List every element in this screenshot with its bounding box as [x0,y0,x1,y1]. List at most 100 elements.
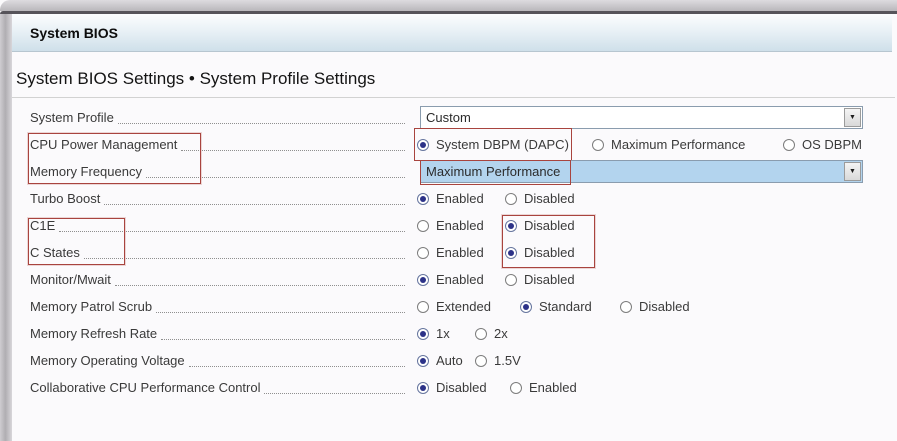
dotted-leader [188,365,405,367]
radio-unselected-icon[interactable] [475,327,487,340]
radio-selected-icon[interactable] [417,354,429,367]
radio-option-c-states-enabled[interactable]: Enabled [417,239,484,266]
dropdown-value: Custom [426,110,471,125]
radio-unselected-icon[interactable] [592,138,604,151]
setting-row-c1e: C1E Enabled Disabled [12,212,897,239]
window-frame-left [0,14,12,441]
radio-unselected-icon[interactable] [620,300,632,313]
annotation-box-cpu-memory-labels [28,133,201,184]
radio-dot [523,303,529,310]
setting-label-collaborative-cpu-performance-control: Collaborative CPU Performance Control [30,380,261,395]
dropdown-system-profile[interactable]: Custom ▼ [420,106,863,129]
radio-option-label: 1.5V [494,353,521,368]
radio-option-collaborative-cpu-performance-control-disabled[interactable]: Disabled [417,374,487,401]
radio-option-label: Enabled [436,245,484,260]
radio-selected-icon[interactable] [417,192,429,205]
radio-option-monitor-mwait-enabled[interactable]: Enabled [417,266,484,293]
radio-unselected-icon[interactable] [417,300,429,313]
setting-row-c-states: C States Enabled Disabled [12,239,897,266]
setting-label-wrap: Memory Refresh Rate [30,320,405,347]
radio-option-label: 1x [436,326,450,341]
radio-option-label: Enabled [436,218,484,233]
setting-row-system-profile: System Profile Custom ▼ [12,104,897,131]
radio-selected-icon[interactable] [417,273,429,286]
radio-selected-icon[interactable] [417,327,429,340]
radio-option-label: Enabled [436,191,484,206]
setting-row-memory-patrol-scrub: Memory Patrol Scrub Extended Standard Disab… [12,293,897,320]
radio-unselected-icon[interactable] [783,138,795,151]
radio-option-turbo-boost-disabled[interactable]: Disabled [505,185,575,212]
radio-option-label: Disabled [436,380,487,395]
radio-option-memory-operating-voltage-auto[interactable]: Auto [417,347,463,374]
setting-row-monitor-mwait: Monitor/Mwait Enabled Disabled [12,266,897,293]
radio-option-label: Enabled [529,380,577,395]
radio-option-label: System DBPM (DAPC) [436,137,569,152]
radio-option-turbo-boost-enabled[interactable]: Enabled [417,185,484,212]
bios-window: { "window": { "title": "System BIOS" }, … [0,0,897,441]
page-title: System BIOS Settings • System Profile Se… [16,69,376,88]
radio-option-label: Auto [436,353,463,368]
radio-option-collaborative-cpu-performance-control-enabled[interactable]: Enabled [510,374,577,401]
setting-label-wrap: System Profile [30,104,405,131]
radio-option-monitor-mwait-disabled[interactable]: Disabled [505,266,575,293]
setting-label-monitor-mwait: Monitor/Mwait [30,272,111,287]
radio-option-memory-operating-voltage-1-5v[interactable]: 1.5V [475,347,521,374]
radio-dot [420,276,426,283]
radio-option-cpu-power-management-maximum-performance[interactable]: Maximum Performance [592,131,745,158]
radio-option-label: Enabled [436,272,484,287]
radio-selected-icon[interactable] [417,381,429,394]
chevron-down-icon: ▼ [849,168,856,175]
dotted-leader [264,392,405,394]
radio-selected-icon[interactable] [520,300,532,313]
radio-option-label: Disabled [524,272,575,287]
dropdown-memory-frequency[interactable]: Maximum Performance ▼ [420,160,863,185]
setting-label-memory-patrol-scrub: Memory Patrol Scrub [30,299,153,314]
dotted-leader [114,284,405,286]
setting-label-memory-refresh-rate: Memory Refresh Rate [30,326,158,341]
dotted-leader [156,311,405,313]
title-bar: System BIOS [12,14,892,52]
radio-dot [420,330,426,337]
radio-selected-icon[interactable] [417,138,429,151]
radio-unselected-icon[interactable] [417,219,429,232]
dotted-leader [161,338,405,340]
radio-option-memory-refresh-rate-2x[interactable]: 2x [475,320,508,347]
radio-option-memory-patrol-scrub-disabled[interactable]: Disabled [620,293,690,320]
radio-option-c1e-enabled[interactable]: Enabled [417,212,484,239]
window-frame-top [0,0,897,11]
radio-option-cpu-power-management-system-dbpm-dapc[interactable]: System DBPM (DAPC) [414,128,572,161]
radio-option-label: Standard [539,299,592,314]
setting-row-turbo-boost: Turbo Boost Enabled Disabled [12,185,897,212]
setting-label-wrap: Collaborative CPU Performance Control [30,374,405,401]
radio-dot [420,357,426,364]
radio-unselected-icon[interactable] [475,354,487,367]
radio-unselected-icon[interactable] [417,246,429,259]
chevron-down-icon: ▼ [849,114,856,121]
radio-option-label: OS DBPM [802,137,862,152]
dropdown-value: Maximum Performance [426,164,561,179]
annotation-box-disabled-radios [502,215,595,268]
radio-option-memory-patrol-scrub-extended[interactable]: Extended [417,293,491,320]
setting-label-turbo-boost: Turbo Boost [30,191,101,206]
annotation-box-c1e-cstates-labels [28,218,125,265]
setting-row-memory-refresh-rate: Memory Refresh Rate 1x 2x [12,320,897,347]
setting-label-system-profile: System Profile [30,110,114,125]
radio-unselected-icon[interactable] [505,192,517,205]
radio-option-memory-patrol-scrub-standard[interactable]: Standard [520,293,592,320]
dropdown-button[interactable]: ▼ [844,108,861,127]
radio-dot [420,141,426,148]
setting-label-memory-operating-voltage: Memory Operating Voltage [30,353,185,368]
radio-unselected-icon[interactable] [510,381,522,394]
setting-label-wrap: Turbo Boost [30,185,405,212]
setting-label-wrap: Monitor/Mwait [30,266,405,293]
radio-unselected-icon[interactable] [505,273,517,286]
setting-label-wrap: Memory Patrol Scrub [30,293,405,320]
radio-option-label: Extended [436,299,491,314]
radio-option-cpu-power-management-os-dbpm[interactable]: OS DBPM [783,131,862,158]
radio-option-label: Disabled [524,191,575,206]
dotted-leader [181,149,405,151]
setting-row-collaborative-cpu-performance-control: Collaborative CPU Performance Control Dis… [12,374,897,401]
radio-option-label: Maximum Performance [611,137,746,152]
dropdown-button[interactable]: ▼ [844,162,861,181]
radio-option-memory-refresh-rate-1x[interactable]: 1x [417,320,450,347]
